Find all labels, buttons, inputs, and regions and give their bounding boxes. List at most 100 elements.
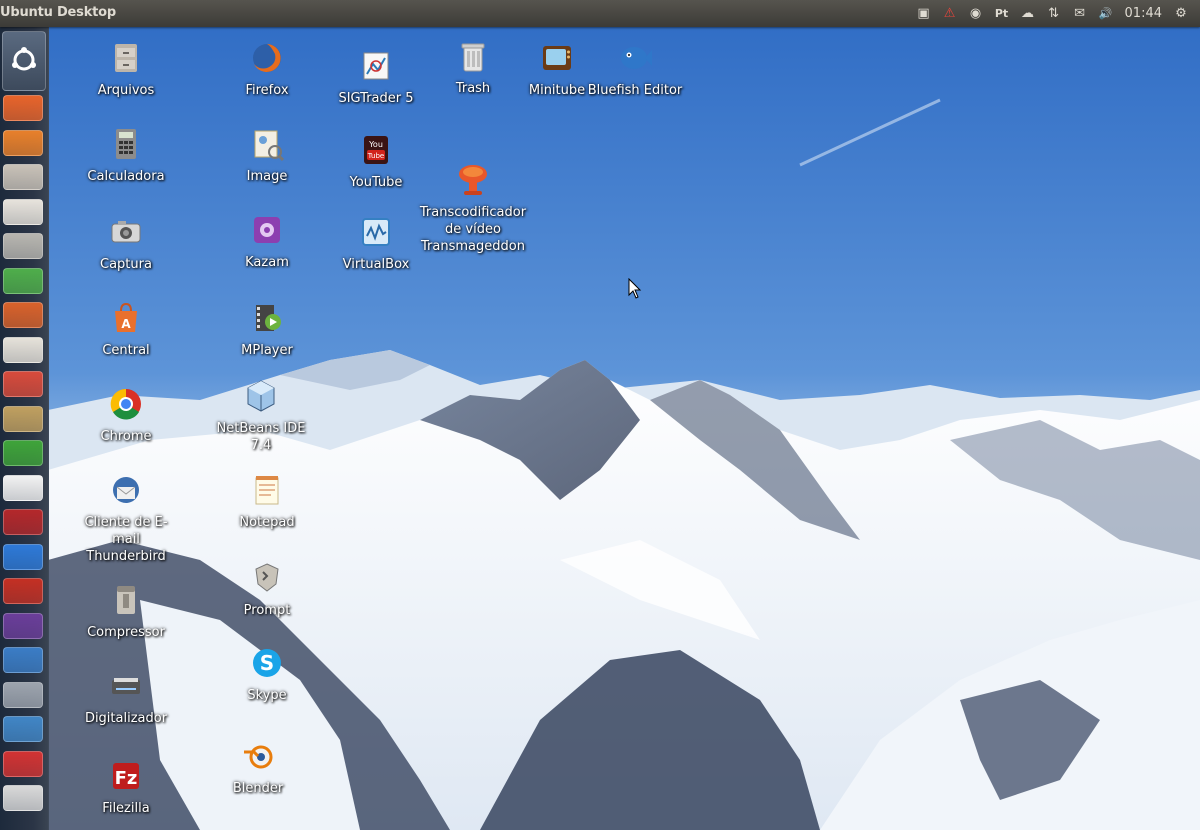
desktop-icon-calculadora[interactable]: Calculadora bbox=[71, 124, 181, 185]
desktop-icon-image[interactable]: Image bbox=[212, 124, 322, 185]
panel-title: Ubuntu Desktop bbox=[0, 5, 117, 20]
svg-text:Tube: Tube bbox=[367, 152, 384, 160]
desktop-icon-label: Central bbox=[102, 343, 150, 358]
warning-icon[interactable]: ⚠ bbox=[937, 0, 963, 27]
bluefish-icon bbox=[615, 38, 655, 78]
ubuntu-logo-icon bbox=[12, 47, 36, 71]
launcher-trash[interactable] bbox=[3, 785, 43, 811]
launcher-chrome[interactable] bbox=[3, 543, 43, 570]
launcher-filezilla[interactable] bbox=[3, 509, 43, 535]
desktop-icon-chrome[interactable]: Chrome bbox=[71, 384, 181, 445]
desktop-icon-label: Calculadora bbox=[87, 169, 165, 184]
desktop-icon-youtube[interactable]: You Tube YouTube bbox=[321, 130, 431, 191]
thunderbird-icon bbox=[106, 470, 146, 510]
desktop-icon-bluefish-editor[interactable]: Bluefish Editor bbox=[580, 38, 690, 99]
network-icon[interactable]: ⇅ bbox=[1041, 0, 1067, 27]
transmageddon-icon bbox=[453, 160, 493, 200]
mplayer-icon bbox=[247, 298, 287, 338]
svg-text:Fz: Fz bbox=[115, 768, 138, 789]
desktop-icon-captura[interactable]: Captura bbox=[71, 212, 181, 273]
svg-text:S: S bbox=[260, 651, 274, 675]
desktop-icon-label: Captura bbox=[100, 257, 152, 272]
launcher-webcam[interactable] bbox=[3, 681, 43, 708]
launcher bbox=[0, 27, 49, 830]
firefox-icon bbox=[247, 38, 287, 78]
blender-icon bbox=[238, 736, 278, 776]
launcher-presentation[interactable] bbox=[3, 336, 43, 363]
launcher-writer[interactable] bbox=[3, 198, 43, 225]
clock[interactable]: 01:44 bbox=[1119, 0, 1168, 27]
desktop-icon-label: NetBeans IDE 7.4 bbox=[216, 421, 306, 453]
volume-icon[interactable]: 🔊 bbox=[1093, 0, 1119, 27]
launcher-gmail[interactable] bbox=[3, 474, 43, 501]
launcher-chat[interactable] bbox=[3, 440, 43, 466]
desktop-icon-transcodificador-de-v-deo-transmageddon[interactable]: Transcodificador de vídeo Transmageddon bbox=[418, 160, 528, 255]
pt-keyboard-icon[interactable]: Pt bbox=[989, 0, 1015, 27]
desktop-icon-label: Blender bbox=[232, 781, 284, 796]
software-center-icon: A bbox=[106, 298, 146, 338]
launcher-youtube[interactable] bbox=[3, 578, 43, 604]
desktop-icon-mplayer[interactable]: MPlayer bbox=[212, 298, 322, 359]
launcher-firefox[interactable] bbox=[3, 129, 43, 156]
desktop-icon-blender[interactable]: Blender bbox=[203, 736, 313, 797]
image-viewer-icon bbox=[247, 124, 287, 164]
desktop-icon-label: Firefox bbox=[245, 83, 289, 98]
launcher-calc[interactable] bbox=[3, 267, 43, 294]
cloud-icon[interactable]: ☁ bbox=[1015, 0, 1041, 27]
dash-button[interactable] bbox=[2, 31, 46, 91]
launcher-unlink[interactable] bbox=[3, 750, 43, 777]
desktop-icon-label: Chrome bbox=[100, 429, 152, 444]
desktop-icon-label: Image bbox=[246, 169, 288, 184]
desktop-icon-digitalizador[interactable]: Digitalizador bbox=[71, 666, 181, 727]
desktop-icon-filezilla[interactable]: Fz Filezilla bbox=[71, 756, 181, 817]
desktop-icon-notepad[interactable]: Notepad bbox=[212, 470, 322, 531]
launcher-software-center[interactable] bbox=[3, 95, 43, 121]
desktop-icon-arquivos[interactable]: Arquivos bbox=[71, 38, 181, 99]
launcher-impress[interactable] bbox=[3, 302, 43, 328]
desktop-icon-compressor[interactable]: Compressor bbox=[71, 580, 181, 641]
desktop-icon-label: Prompt bbox=[243, 603, 291, 618]
indicator-area: ▣ ⚠ ◉ Pt ☁ ⇅ ✉ 🔊 01:44 ⚙ bbox=[911, 0, 1194, 27]
desktop-icon-kazam[interactable]: Kazam bbox=[212, 210, 322, 271]
desktop-icon-cliente-de-e-mail-thunderbird[interactable]: Cliente de E-mail Thunderbird bbox=[71, 470, 181, 565]
netbeans-icon bbox=[241, 376, 281, 416]
desktop-icon-firefox[interactable]: Firefox bbox=[212, 38, 322, 99]
trash-icon bbox=[453, 36, 493, 76]
chrome-icon bbox=[106, 384, 146, 424]
launcher-files[interactable] bbox=[3, 164, 43, 190]
desktop-icon-netbeans-ide-7-4[interactable]: NetBeans IDE 7.4 bbox=[206, 376, 316, 454]
sigtrader-icon bbox=[356, 46, 396, 86]
minitube-icon bbox=[537, 38, 577, 78]
desktop-icon-label: Bluefish Editor bbox=[587, 83, 683, 98]
settings-gear-icon[interactable]: ⚙ bbox=[1168, 0, 1194, 27]
launcher-burner[interactable] bbox=[3, 371, 43, 397]
filezilla-icon: Fz bbox=[106, 756, 146, 796]
update-icon[interactable]: ◉ bbox=[963, 0, 989, 27]
desktop-icon-label: SIGTrader 5 bbox=[338, 91, 414, 106]
desktop-icon-virtualbox[interactable]: VirtualBox bbox=[321, 212, 431, 273]
desktop-icon-skype[interactable]: S Skype bbox=[212, 643, 322, 704]
compressor-icon bbox=[106, 580, 146, 620]
launcher-tv[interactable] bbox=[3, 716, 43, 742]
launcher-mail[interactable] bbox=[3, 612, 43, 639]
launcher-ftp[interactable] bbox=[3, 405, 43, 432]
desktop-icon-label: Skype bbox=[247, 688, 287, 703]
desktop-icon-label: Arquivos bbox=[97, 83, 155, 98]
top-panel: Ubuntu Desktop ▣ ⚠ ◉ Pt ☁ ⇅ ✉ 🔊 01:44 ⚙ bbox=[0, 0, 1200, 27]
desktop-icon-prompt[interactable]: Prompt bbox=[212, 558, 322, 619]
desktop-icon-label: Compressor bbox=[87, 625, 165, 640]
desktop-icon-sigtrader-5[interactable]: SIGTrader 5 bbox=[321, 46, 431, 107]
camera-icon bbox=[106, 212, 146, 252]
desktop-icon-label: Notepad bbox=[239, 515, 295, 530]
launcher-calculator[interactable] bbox=[3, 233, 43, 259]
mouse-cursor-icon bbox=[628, 278, 642, 299]
desktop-icon-label: YouTube bbox=[349, 175, 403, 190]
desktop-icon-label: Transcodificador de vídeo Transmageddon bbox=[419, 205, 527, 254]
launcher-web[interactable] bbox=[3, 647, 43, 673]
desktop-icon-label: Kazam bbox=[245, 255, 289, 270]
kazam-icon bbox=[247, 210, 287, 250]
desktop-icon-central[interactable]: A Central bbox=[71, 298, 181, 359]
mail-icon[interactable]: ✉ bbox=[1067, 0, 1093, 27]
notepad-icon bbox=[247, 470, 287, 510]
screen-record-icon[interactable]: ▣ bbox=[911, 0, 937, 27]
